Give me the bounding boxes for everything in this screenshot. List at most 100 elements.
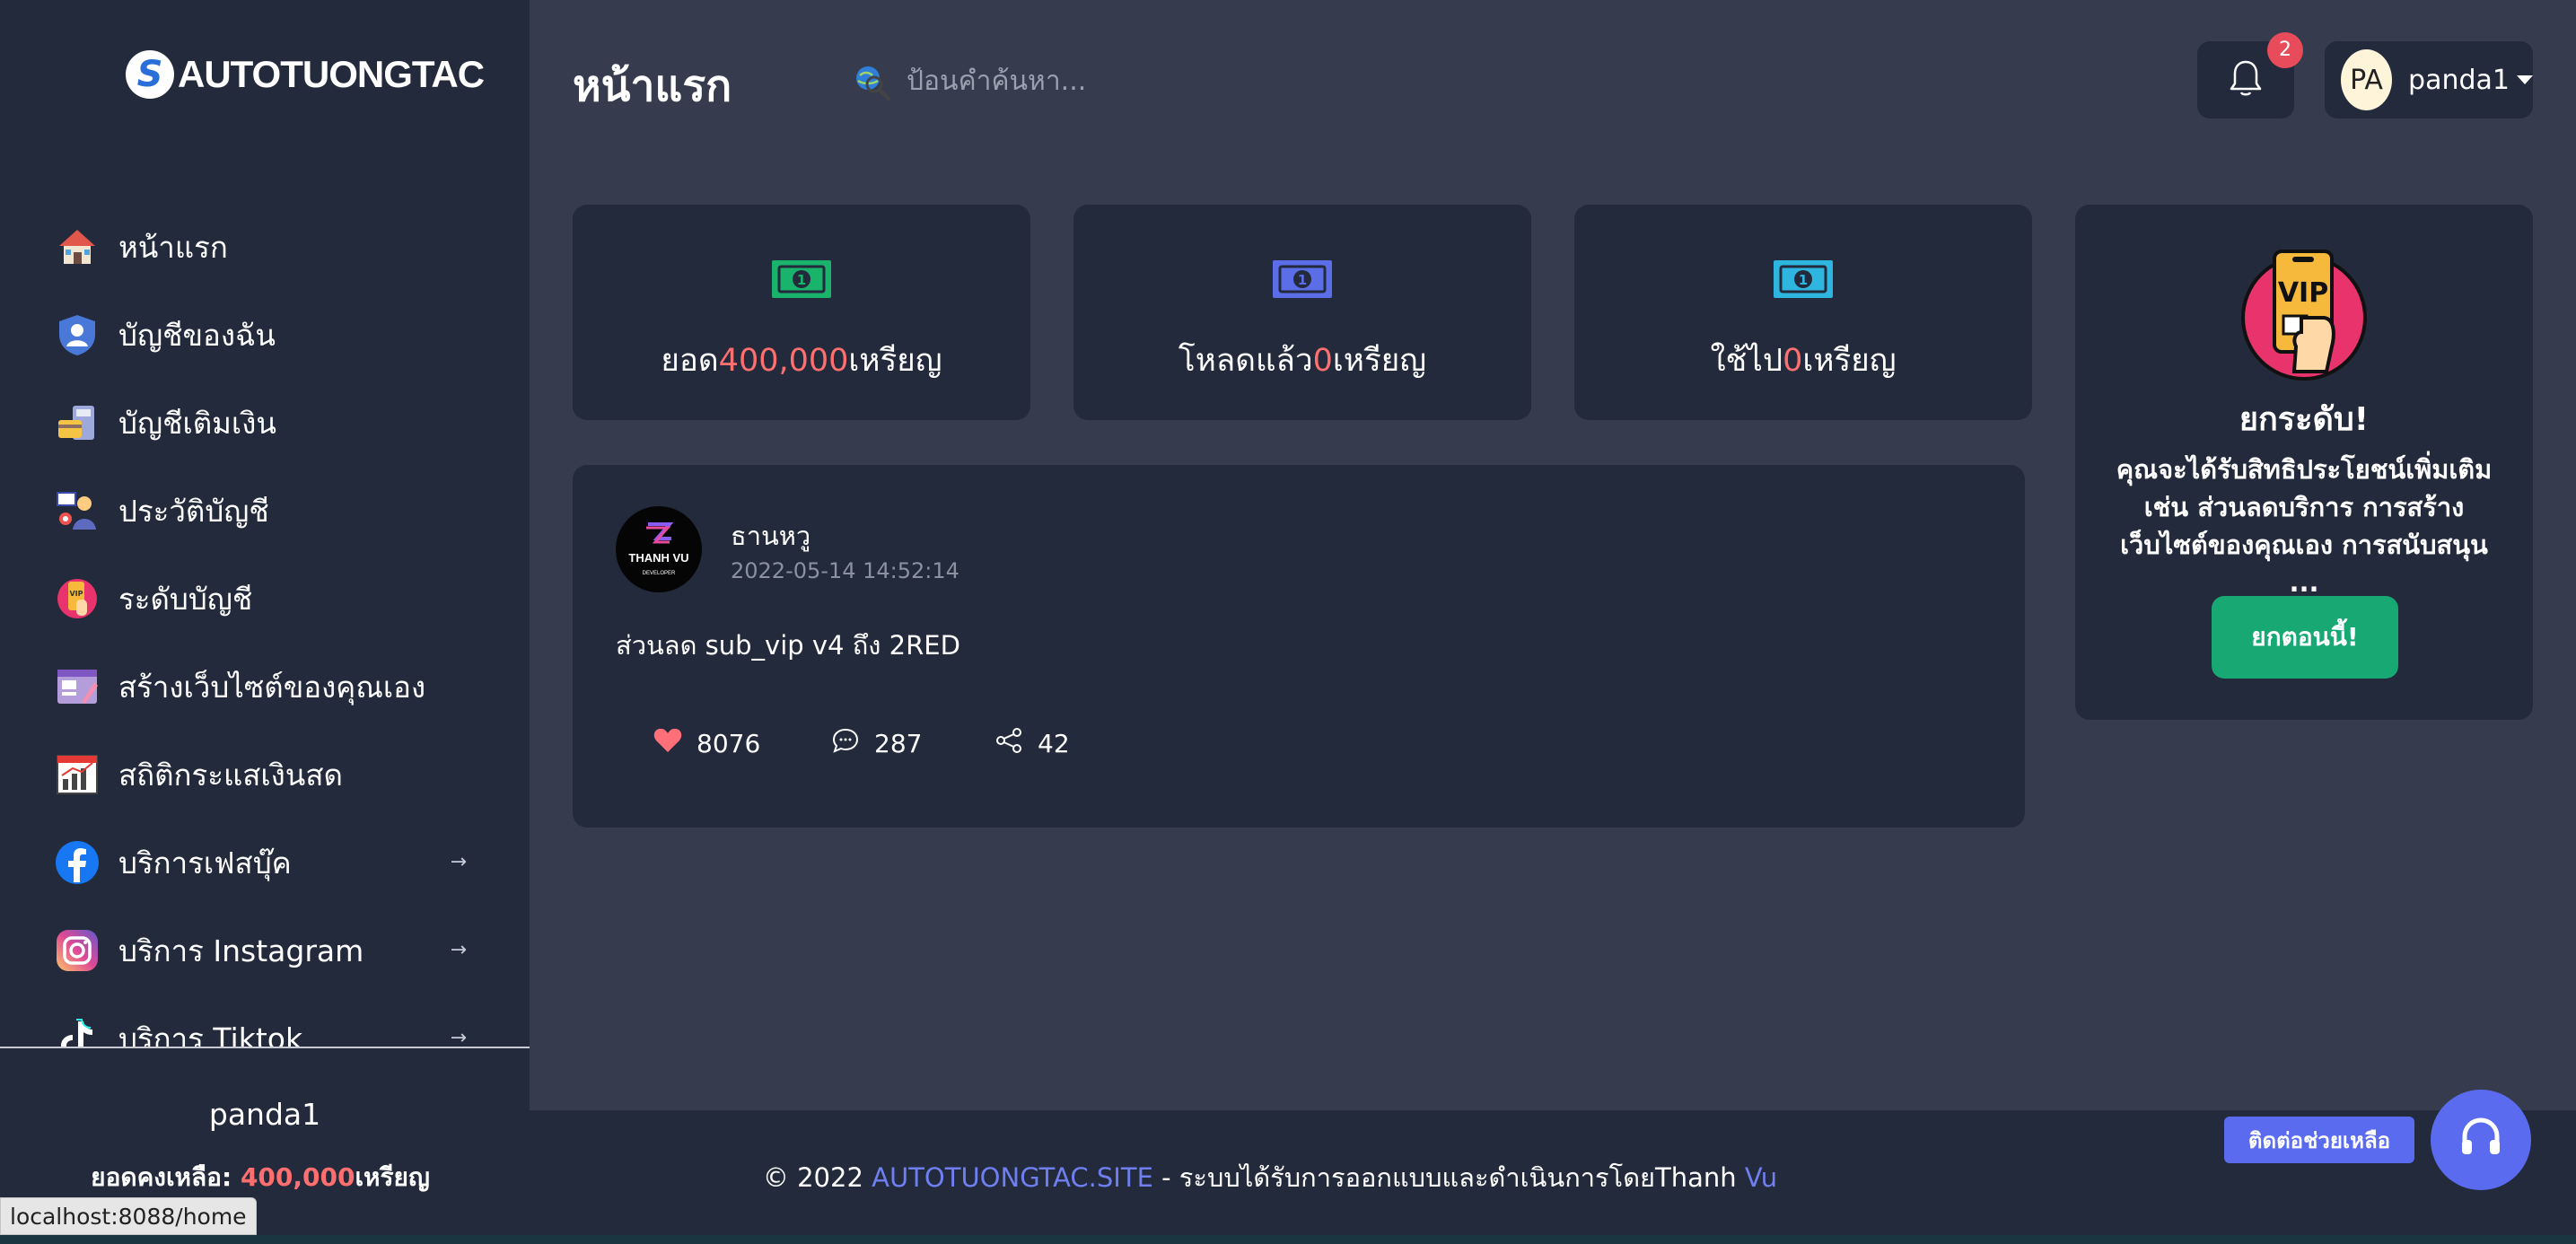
- sidebar-username: panda1: [208, 1097, 321, 1132]
- instagram-icon: [54, 927, 101, 974]
- sidebar-item-label: ประวัติบัญชี: [118, 493, 269, 529]
- stat-value: 0: [1312, 343, 1333, 379]
- logo-mark-icon: S: [126, 50, 174, 99]
- search-input[interactable]: [907, 56, 1266, 106]
- post-timestamp: 2022-05-14 14:52:14: [731, 558, 959, 583]
- user-menu-button[interactable]: PA panda1: [2325, 41, 2533, 118]
- sidebar-item-topup[interactable]: บัญชีเติมเงิน: [0, 379, 530, 467]
- money-icon: 1: [1273, 260, 1332, 298]
- footer-credit-text: - ระบบได้รับการออกแบบและดำเนินการโดยThan…: [1152, 1162, 1745, 1193]
- upgrade-now-button[interactable]: ยกตอนนี้!: [2212, 596, 2398, 679]
- sidebar-item-instagram-services[interactable]: บริการ Instagram →: [0, 907, 530, 994]
- vip-upgrade-card: VIP ยกระดับ! คุณจะได้รับสิทธิประโยชน์เพิ…: [2075, 205, 2533, 720]
- sidebar-item-label: บริการเฟสบุ๊ค: [118, 845, 292, 880]
- stat-prefix: ยอด: [661, 343, 719, 379]
- arrow-right-icon: →: [450, 851, 467, 873]
- heart-icon: [653, 727, 682, 760]
- footer-site-link[interactable]: AUTOTUONGTAC.SITE: [872, 1162, 1153, 1193]
- money-icon: 1: [1774, 260, 1833, 298]
- stat-suffix: เหรียญ: [1332, 343, 1427, 379]
- share-count: 42: [1038, 729, 1070, 758]
- post-author-name[interactable]: ธานหวู: [731, 515, 810, 556]
- bell-icon: [2228, 58, 2264, 101]
- topup-icon: [54, 399, 101, 446]
- sidebar-item-history[interactable]: ประวัติบัญชี: [0, 467, 530, 555]
- svg-text:1: 1: [1799, 272, 1808, 288]
- contact-support-button[interactable]: ติดต่อช่วยเหลือ: [2224, 1117, 2414, 1163]
- stat-card-balance: 1 ยอด400,000เหรียญ: [573, 205, 1030, 420]
- sidebar-divider: [0, 1047, 530, 1048]
- stat-suffix: เหรียญ: [1802, 343, 1897, 379]
- svg-text:VIP: VIP: [69, 590, 83, 598]
- sidebar-item-label: หน้าแรก: [118, 229, 228, 265]
- arrow-right-icon: →: [450, 939, 467, 961]
- user-shield-icon: [54, 311, 101, 358]
- sidebar-balance: ยอดคงเหลือ: 400,000เหรียญ: [0, 1158, 521, 1197]
- sidebar-item-tiktok-services[interactable]: บริการ Tiktok →: [0, 994, 530, 1047]
- home-icon: [54, 223, 101, 270]
- sidebar-item-level[interactable]: VIP ระดับบัญชี: [0, 555, 530, 643]
- footer-author-link[interactable]: Vu: [1745, 1162, 1777, 1193]
- sidebar-item-label: บัญชีของฉัน: [118, 317, 276, 353]
- sidebar-item-label: บริการ Tiktok: [118, 1021, 303, 1047]
- stat-card-loaded: 1 โหลดแล้ว0เหรียญ: [1073, 205, 1531, 420]
- sidebar-item-label: บัญชีเติมเงิน: [118, 405, 276, 441]
- search-icon: [853, 63, 892, 102]
- arrow-right-icon: →: [450, 1027, 467, 1047]
- vip-level-icon: VIP: [54, 575, 101, 622]
- svg-text:1: 1: [1298, 272, 1307, 288]
- balance-unit: เหรียญ: [355, 1162, 430, 1192]
- avatar-subtitle-text: DEVELOPER: [643, 571, 676, 576]
- comment-icon: [831, 727, 860, 760]
- brand-logo[interactable]: S AUTOTUONGTAC: [126, 50, 485, 99]
- website-builder-icon: [54, 663, 101, 710]
- comment-count: 287: [874, 729, 923, 758]
- share-button[interactable]: 42: [994, 727, 1070, 760]
- tiktok-icon: [54, 1015, 101, 1047]
- sidebar-item-label: ระดับบัญชี: [118, 581, 253, 617]
- sidebar-item-label: สร้างเว็บไซต์ของคุณเอง: [118, 669, 426, 705]
- stat-prefix: โหลดแล้ว: [1178, 343, 1313, 379]
- post-author-avatar[interactable]: THANH VU DEVELOPER: [616, 506, 702, 592]
- sidebar-item-label: บริการ Instagram: [118, 933, 364, 968]
- stat-text: โหลดแล้ว0เหรียญ: [1073, 336, 1531, 385]
- news-post-card: THANH VU DEVELOPER ธานหวู 2022-05-14 14:…: [573, 465, 2025, 828]
- stat-value: 400,000: [718, 343, 849, 379]
- sidebar-nav: หน้าแรก บัญชีของฉัน บัญชีเติมเงิน ประวัต…: [0, 203, 530, 1047]
- avatar-title-text: THANH VU: [628, 551, 688, 565]
- like-count: 8076: [697, 729, 761, 758]
- browser-status-url: localhost:8088/home: [0, 1197, 257, 1235]
- page-title: หน้าแรก: [573, 61, 732, 111]
- vip-description: คุณจะได้รับสิทธิประโยชน์เพิ่มเติม เช่น ส…: [2116, 454, 2493, 598]
- sidebar-item-label: สถิติกระแสเงินสด: [118, 757, 343, 793]
- post-content: ส่วนลด sub_vip v4 ถึง 2RED: [616, 630, 960, 661]
- sidebar-item-facebook-services[interactable]: บริการเฟสบุ๊ค →: [0, 819, 530, 907]
- caret-down-icon: [2517, 75, 2533, 84]
- stat-value: 0: [1783, 343, 1803, 379]
- like-button[interactable]: 8076: [653, 727, 760, 760]
- footer-copyright: © 2022 AUTOTUONGTAC.SITE - ระบบได้รับการ…: [530, 1157, 2011, 1198]
- balance-label: ยอดคงเหลือ:: [91, 1162, 241, 1192]
- comment-button[interactable]: 287: [831, 727, 922, 760]
- support-chat-button[interactable]: [2431, 1090, 2531, 1190]
- sidebar-item-cashflow[interactable]: สถิติกระแสเงินสด: [0, 731, 530, 819]
- sidebar-item-my-account[interactable]: บัญชีของฉัน: [0, 291, 530, 379]
- stat-text: ใช้ไป0เหรียญ: [1574, 336, 2032, 385]
- avatar: PA: [2341, 49, 2393, 110]
- sidebar-item-home[interactable]: หน้าแรก: [0, 203, 530, 291]
- window-bottom-strip: [0, 1235, 2576, 1244]
- header-username: panda1: [2408, 64, 2510, 96]
- copyright-text: © 2022: [762, 1162, 872, 1193]
- facebook-icon: [54, 839, 101, 886]
- vip-title: ยกระดับ!: [2239, 401, 2370, 438]
- history-icon: [54, 487, 101, 534]
- notification-count-badge: 2: [2267, 32, 2303, 68]
- vip-card-icon: VIP: [2241, 250, 2367, 381]
- stat-suffix: เหรียญ: [848, 343, 942, 379]
- sidebar-item-build-website[interactable]: สร้างเว็บไซต์ของคุณเอง: [0, 643, 530, 731]
- svg-text:1: 1: [797, 272, 806, 288]
- vip-badge-text: VIP: [2278, 277, 2328, 309]
- headset-icon: [2458, 1115, 2504, 1165]
- logo-text: AUTOTUONGTAC: [178, 53, 485, 95]
- share-icon: [994, 727, 1023, 760]
